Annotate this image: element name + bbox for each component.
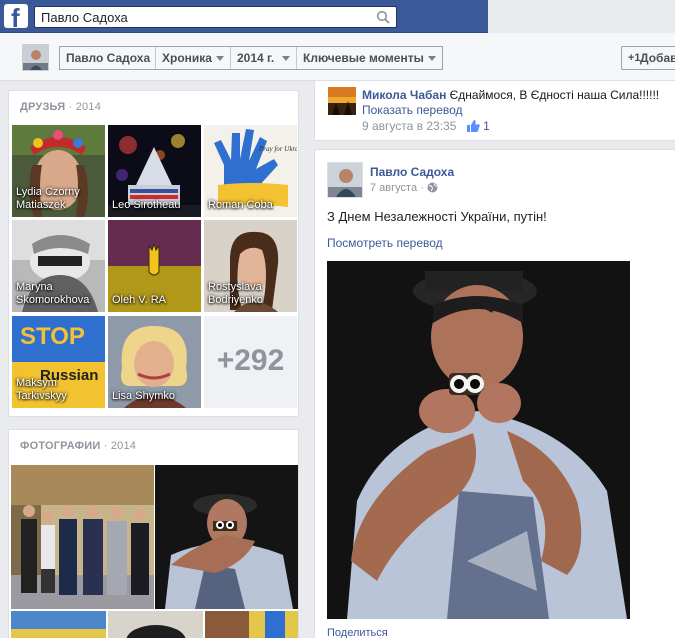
- avatar-image: [23, 45, 48, 70]
- top-bar-blank: [488, 0, 675, 33]
- photo-thumb-3[interactable]: [11, 611, 106, 638]
- nav-year-label: 2014 г.: [237, 51, 275, 65]
- nav-year-dropdown[interactable]: 2014 г.: [231, 47, 297, 69]
- search-box[interactable]: [34, 6, 397, 28]
- photos-heading[interactable]: ФОТОГРАФИИ · 2014: [20, 440, 136, 452]
- add-friend-button[interactable]: +1 Добав: [621, 46, 675, 70]
- comment-author-link[interactable]: Микола Чабан: [362, 88, 446, 102]
- photo-thumb-5[interactable]: [205, 611, 298, 638]
- friend-tile-4[interactable]: Maryna Skomorokhova: [12, 220, 105, 312]
- friend-name: Oleh V. RA: [112, 294, 167, 306]
- friend-name: Maryna Skomorokhova: [16, 281, 90, 306]
- friends-title: ДРУЗЬЯ: [20, 101, 66, 113]
- post-meta: 7 августа ·: [370, 182, 438, 194]
- svg-text:Pray for Ukraine: Pray for Ukraine: [258, 145, 297, 153]
- post-meta-separator: ·: [420, 182, 427, 194]
- friend-tile-6[interactable]: Rostyslava Bodriyenko: [204, 220, 297, 312]
- chevron-down-icon: [428, 56, 436, 61]
- facebook-logo-icon[interactable]: f: [4, 3, 28, 33]
- post-card: Павло Садоха 7 августа · З Днем Незалежн…: [314, 149, 675, 638]
- nav-timeline-dropdown[interactable]: Хроника: [156, 47, 231, 69]
- comment-like-count[interactable]: 1: [483, 119, 490, 133]
- post-text: З Днем Незалежності України, путін!: [327, 209, 547, 224]
- friends-year: · 2014: [68, 101, 102, 113]
- friends-card: ДРУЗЬЯ · 2014 Lydia Czorny Matiaszek Leo …: [8, 90, 299, 417]
- add-friend-icon: +1: [628, 52, 641, 64]
- commenter-avatar[interactable]: [328, 87, 356, 115]
- nav-highlights-label: Ключевые моменты: [303, 51, 424, 65]
- chevron-down-icon: [216, 56, 224, 61]
- photo-thumb-4[interactable]: [108, 611, 203, 638]
- svg-text:STOP: STOP: [20, 323, 85, 350]
- friend-name: Maksym Tarkivskyy: [16, 377, 67, 402]
- shotgun-man-photo: [327, 261, 630, 619]
- globe-icon[interactable]: [427, 182, 438, 193]
- photos-card: ФОТОГРАФИИ · 2014: [8, 429, 299, 638]
- share-link[interactable]: Поделиться: [327, 627, 388, 638]
- nav-highlights-dropdown[interactable]: Ключевые моменты: [297, 47, 442, 69]
- comment-date[interactable]: 9 августа в 23:35: [362, 119, 456, 133]
- friend-tile-3[interactable]: Pray for Ukraine Roman Coba: [204, 125, 297, 217]
- comment-meta: 9 августа в 23:35 1: [362, 119, 490, 133]
- commenter-avatar-image: [328, 87, 356, 115]
- photo-shotgun-thumb[interactable]: [155, 465, 298, 609]
- photos-year: · 2014: [103, 440, 137, 452]
- chevron-down-icon: [282, 56, 290, 61]
- friend-tile-1[interactable]: Lydia Czorny Matiaszek: [12, 125, 105, 217]
- friends-more-count: +292: [216, 344, 285, 377]
- friend-tile-5[interactable]: Oleh V. RA: [108, 220, 201, 312]
- post-translate-link[interactable]: Посмотреть перевод: [327, 236, 443, 250]
- post-author-link[interactable]: Павло Садоха: [370, 165, 454, 179]
- thumb-photo: [108, 611, 203, 638]
- nav-timeline-label: Хроника: [162, 51, 212, 65]
- post-author-avatar-image: [328, 163, 362, 197]
- nav-profile-label: Павло Садоха: [66, 51, 151, 65]
- friend-name: Lisa Shymko: [112, 390, 175, 402]
- search-icon[interactable]: [376, 10, 392, 24]
- friend-name: Roman Coba: [208, 199, 273, 211]
- friend-name: Rostyslava Bodriyenko: [208, 281, 264, 306]
- search-input[interactable]: [35, 7, 365, 27]
- friends-more-tile[interactable]: +292: [204, 316, 297, 408]
- post-author-avatar[interactable]: [327, 162, 363, 198]
- photo-group[interactable]: [11, 465, 154, 609]
- nav-pill-group: Павло Садоха Хроника 2014 г. Ключевые мо…: [59, 46, 443, 70]
- nav-avatar[interactable]: [22, 44, 49, 71]
- top-bar: f: [0, 0, 488, 33]
- friend-name: Lydia Czorny Matiaszek: [16, 186, 80, 211]
- friend-tile-8[interactable]: Lisa Shymko: [108, 316, 201, 408]
- photos-title: ФОТОГРАФИИ: [20, 440, 101, 452]
- timeline-nav: Павло Садоха Хроника 2014 г. Ключевые мо…: [0, 33, 675, 81]
- thumb-photo: [11, 611, 106, 638]
- comment-card: Микола Чабан Єднаймося, В Єдності наша С…: [314, 81, 675, 141]
- comment-text: Єднаймося, В Єдності наша Сила!!!!!!: [449, 88, 660, 102]
- nav-profile-name[interactable]: Павло Садоха: [60, 47, 156, 69]
- comment-body: Микола Чабан Єднаймося, В Єдності наша С…: [362, 88, 667, 103]
- friend-tile-2[interactable]: Leo Sirotheau: [108, 125, 201, 217]
- post-photo[interactable]: [327, 261, 630, 619]
- post-date[interactable]: 7 августа: [370, 182, 417, 194]
- friend-tile-7[interactable]: STOP Russian Maksym Tarkivskyy: [12, 316, 105, 408]
- comment-translate-link[interactable]: Показать перевод: [362, 103, 463, 117]
- friend-name: Leo Sirotheau: [112, 199, 181, 211]
- friends-heading[interactable]: ДРУЗЬЯ · 2014: [20, 101, 101, 113]
- add-friend-label: Добав: [640, 51, 675, 65]
- thumb-photo: [205, 611, 298, 638]
- like-thumb-icon[interactable]: [466, 120, 480, 132]
- group-photo: [11, 465, 154, 609]
- shotgun-thumb-photo: [155, 465, 298, 609]
